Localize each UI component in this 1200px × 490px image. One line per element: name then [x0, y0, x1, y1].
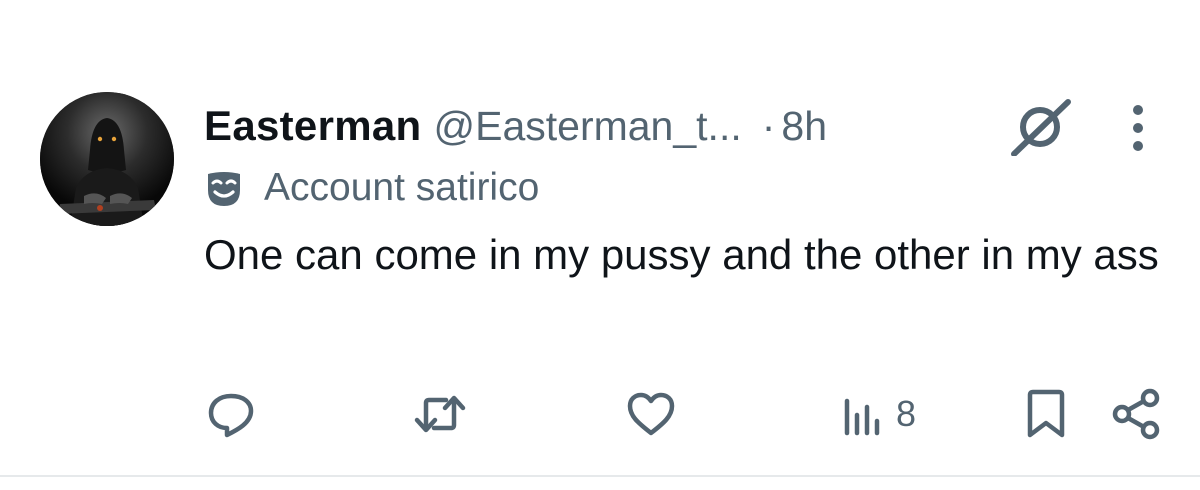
views-count: 8 [896, 393, 917, 434]
timestamp[interactable]: 8h [781, 103, 827, 150]
retweet-button[interactable] [412, 384, 468, 444]
bookmark-button[interactable] [1024, 384, 1068, 444]
tweet-header: Easterman @Easterman_t... · 8h [204, 96, 827, 156]
mask-icon [208, 172, 240, 206]
account-label[interactable]: Account satirico [204, 164, 539, 212]
heart-icon [627, 392, 675, 436]
views-icon [844, 398, 880, 436]
user-handle[interactable]: @Easterman_t... [433, 103, 741, 150]
reply-icon [208, 393, 254, 438]
reply-button[interactable] [204, 384, 258, 444]
tweet[interactable]: Easterman @Easterman_t... · 8h Account s… [0, 0, 1200, 477]
display-name[interactable]: Easterman [204, 102, 421, 150]
tweet-text: One can come in my pussy and the other i… [204, 231, 1159, 278]
share-icon [1112, 388, 1160, 440]
action-bar: 8 [0, 384, 1200, 444]
share-button[interactable] [1110, 384, 1164, 444]
avatar-image [40, 92, 174, 226]
grok-icon[interactable] [1006, 98, 1074, 157]
separator-dot: · [761, 102, 776, 149]
like-button[interactable] [624, 384, 678, 444]
account-label-text: Account satirico [264, 166, 540, 209]
views-button[interactable]: 8 [842, 384, 916, 444]
bookmark-icon [1027, 389, 1065, 438]
divider [0, 475, 1200, 477]
retweet-icon [414, 395, 466, 433]
avatar[interactable] [40, 92, 174, 226]
more-vertical-icon[interactable] [1118, 100, 1158, 160]
